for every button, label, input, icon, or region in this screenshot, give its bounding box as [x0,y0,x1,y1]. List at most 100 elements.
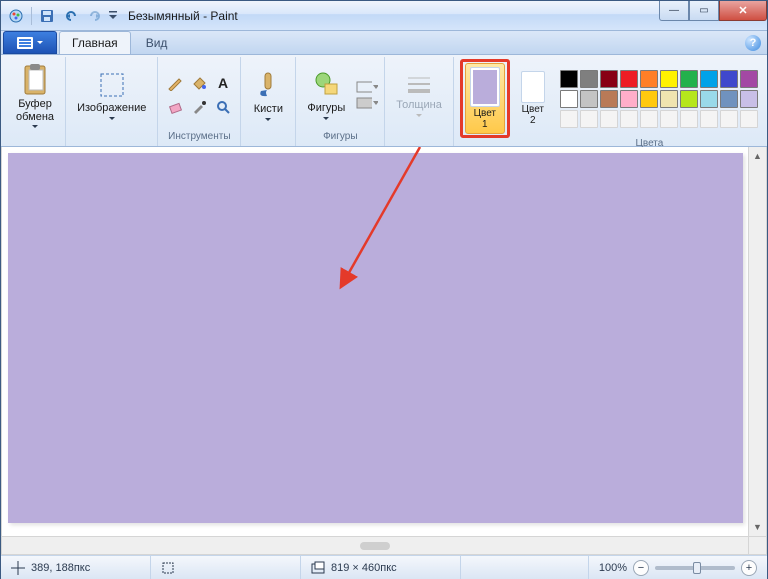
shapes-label: Фигуры [307,102,345,114]
maximize-button[interactable]: ▭ [689,1,719,21]
color2-label: Цвет 2 [522,105,544,126]
group-label [110,131,113,144]
text-tool[interactable]: A [212,72,234,94]
eraser-tool[interactable] [164,96,186,118]
color2-button[interactable]: Цвет 2 [516,67,550,130]
palette-swatch[interactable] [580,110,598,128]
thickness-button[interactable]: Толщина [391,70,447,119]
tools-grid: A [164,72,234,118]
palette-swatch[interactable] [580,70,598,88]
position-text: 389, 188пкс [31,562,90,574]
chevron-down-icon [32,125,38,128]
palette-swatch[interactable] [740,90,758,108]
palette-swatch[interactable] [720,70,738,88]
color-palette [560,70,758,128]
help-button[interactable]: ? [745,35,761,51]
palette-swatch[interactable] [740,70,758,88]
close-button[interactable]: ✕ [719,1,767,21]
color1-button[interactable]: Цвет 1 [460,59,510,138]
palette-swatch[interactable] [660,70,678,88]
svg-text:A: A [218,75,228,91]
group-colors: Цвет 1 Цвет 2 Изменение цветов Цвета [454,57,768,146]
shapes-button[interactable]: Фигуры [302,67,350,122]
thickness-icon [404,73,434,97]
save-icon[interactable] [36,5,58,27]
fill-option[interactable] [356,96,378,110]
palette-swatch[interactable] [640,110,658,128]
qat-customize-icon[interactable] [108,5,118,27]
shape-options [356,80,378,110]
paste-button[interactable]: Буфер обмена [11,59,59,130]
palette-swatch[interactable] [560,110,578,128]
scroll-corner [748,536,766,554]
palette-swatch[interactable] [700,90,718,108]
clipboard-icon [21,62,49,96]
scroll-down-icon[interactable]: ▼ [749,518,766,536]
palette-swatch[interactable] [600,90,618,108]
color1-well [470,67,500,107]
palette-swatch[interactable] [600,70,618,88]
magnifier-tool[interactable] [212,96,234,118]
canvas-viewport: ▲ ▼ [1,147,767,555]
chevron-down-icon [416,114,422,117]
shapes-icon [311,70,341,100]
horizontal-scrollbar[interactable] [2,536,748,554]
app-icon[interactable] [5,5,27,27]
title-bar: Безымянный - Paint — ▭ ✕ [1,1,767,31]
window-title: Безымянный - Paint [128,9,238,23]
color-picker-tool[interactable] [188,96,210,118]
palette-swatch[interactable] [700,70,718,88]
ribbon-tabs: Главная Вид ? [1,31,767,55]
minimize-button[interactable]: — [659,1,689,21]
palette-swatch[interactable] [580,90,598,108]
zoom-out-button[interactable]: − [633,560,649,576]
pencil-tool[interactable] [164,72,186,94]
group-brushes: Кисти [241,57,296,146]
zoom-text: 100% [599,562,627,574]
palette-swatch[interactable] [720,90,738,108]
tab-view[interactable]: Вид [133,31,181,54]
zoom-slider[interactable] [655,566,735,570]
palette-swatch[interactable] [620,70,638,88]
palette-swatch[interactable] [560,70,578,88]
tab-home[interactable]: Главная [59,31,131,54]
palette-swatch[interactable] [560,90,578,108]
palette-swatch[interactable] [640,70,658,88]
fill-tool[interactable] [188,72,210,94]
palette-swatch[interactable] [700,110,718,128]
vertical-scrollbar[interactable]: ▲ ▼ [748,147,766,536]
palette-swatch[interactable] [720,110,738,128]
redo-icon[interactable] [84,5,106,27]
chevron-down-icon [323,117,329,120]
palette-swatch[interactable] [640,90,658,108]
palette-swatch[interactable] [660,90,678,108]
file-menu-button[interactable] [3,31,57,54]
zoom-thumb[interactable] [693,562,701,574]
canvas[interactable] [8,153,743,523]
palette-swatch[interactable] [680,110,698,128]
file-icon [17,37,33,49]
brushes-button[interactable]: Кисти [247,66,289,123]
select-button[interactable]: Изображение [72,67,151,122]
zoom-in-button[interactable]: + [741,560,757,576]
palette-swatch[interactable] [620,90,638,108]
group-thickness: Толщина [385,57,454,146]
chevron-down-icon [265,118,271,121]
palette-swatch[interactable] [620,110,638,128]
scroll-up-icon[interactable]: ▲ [749,147,766,165]
status-spacer [461,556,589,579]
brushes-label: Кисти [254,103,283,115]
group-clipboard: Буфер обмена [5,57,66,146]
palette-swatch[interactable] [680,90,698,108]
palette-swatch[interactable] [680,70,698,88]
group-label [267,131,270,144]
group-label [34,131,37,144]
palette-swatch[interactable] [600,110,618,128]
outline-option[interactable] [356,80,378,94]
palette-swatch[interactable] [660,110,678,128]
quick-access-toolbar [5,1,118,30]
window-controls: — ▭ ✕ [659,1,767,30]
workspace: ▲ ▼ [1,147,767,555]
undo-icon[interactable] [60,5,82,27]
palette-swatch[interactable] [740,110,758,128]
